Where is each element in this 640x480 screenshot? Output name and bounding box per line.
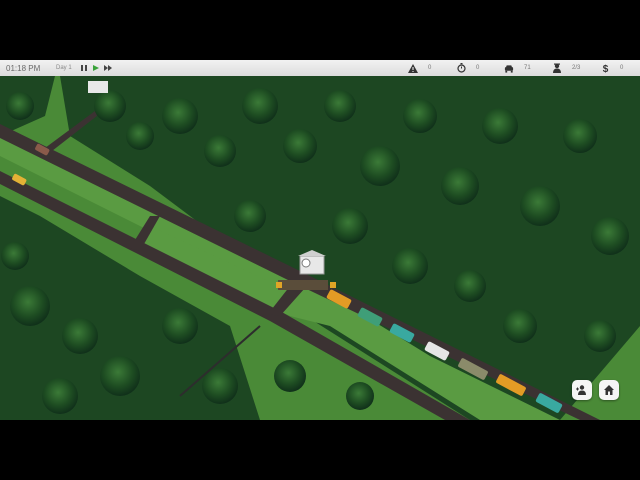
world-map [0,76,640,420]
workers-count: 2/3 [572,65,581,71]
top-hud-bar: 01:18 PM Day 1 0 0 71 2/3 $ 0 [0,60,640,76]
stopwatch-icon [456,63,466,73]
workers-stat[interactable]: 2/3 [552,63,586,73]
play-button[interactable] [90,62,102,74]
clock-time: 01:18 PM [6,63,41,73]
day-counter: Day 1 [56,65,72,71]
warning-icon [408,63,418,73]
add-worker-icon [576,385,586,395]
home-button[interactable] [599,380,619,400]
car-icon [504,63,514,73]
pause-button[interactable] [78,62,90,74]
worker-icon [552,63,562,73]
booth-clock-icon [301,258,311,268]
timer-count: 0 [476,65,480,71]
money-stat[interactable]: $ 0 [600,63,634,73]
add-worker-button[interactable] [572,380,592,400]
letterbox-top [0,0,640,60]
fast-forward-button[interactable] [102,62,114,74]
cars-count: 71 [524,65,531,71]
warnings-count: 0 [428,65,432,71]
svg-text:$: $ [602,64,608,73]
home-icon [604,385,614,395]
game-world-view[interactable] [0,76,640,420]
fast-forward-icon [103,65,112,71]
letterbox-bottom [0,420,640,480]
pause-icon [81,65,87,71]
play-icon [93,65,99,71]
house [88,81,108,93]
warnings-stat[interactable]: 0 [408,63,442,73]
dollar-icon: $ [600,63,610,73]
cars-stat[interactable]: 71 [504,63,538,73]
timer-stat[interactable]: 0 [456,63,490,73]
money-count: 0 [620,65,624,71]
